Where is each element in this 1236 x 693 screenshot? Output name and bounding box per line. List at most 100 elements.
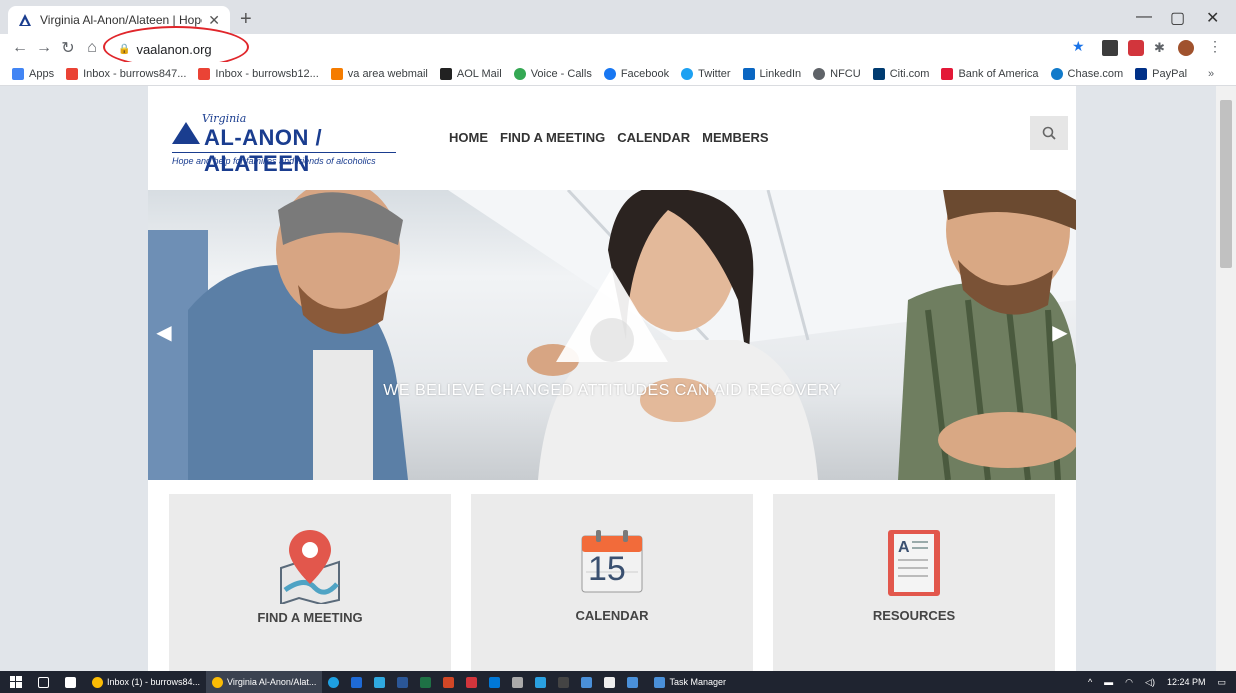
- taskbar-task-manager[interactable]: Task Manager: [648, 671, 732, 693]
- edge-icon[interactable]: [351, 676, 363, 688]
- forward-arrow-icon[interactable]: →: [32, 39, 56, 57]
- bookmark-apps[interactable]: Apps: [12, 67, 54, 80]
- store-button[interactable]: [59, 671, 86, 693]
- app-icon[interactable]: [558, 676, 570, 688]
- bookmark-webmail[interactable]: va area webmail: [330, 67, 428, 80]
- svg-text:A: A: [898, 539, 910, 556]
- chase-icon: [1050, 67, 1063, 80]
- scrollbar-thumb[interactable]: [1220, 100, 1232, 268]
- volume-icon[interactable]: ◁): [1145, 677, 1155, 688]
- bookmark-bofa[interactable]: Bank of America: [941, 67, 1039, 80]
- logo-triangle-icon: [172, 122, 200, 144]
- search-icon: [1042, 126, 1056, 140]
- site-search-button[interactable]: [1030, 116, 1068, 150]
- twitter-icon: [681, 67, 694, 80]
- extensions-puzzle-icon[interactable]: ✱: [1154, 40, 1170, 56]
- app-icon[interactable]: [581, 676, 593, 688]
- reload-icon[interactable]: ↻: [56, 38, 80, 58]
- hero-caption: WE BELIEVE CHANGED ATTITUDES CAN AID REC…: [383, 382, 841, 399]
- system-tray: ^ ▬ ◠ ◁) 12:24 PM ▭: [1088, 671, 1226, 693]
- slider-prev-arrow-icon[interactable]: ◀: [150, 318, 178, 346]
- citi-icon: [872, 67, 885, 80]
- taskbar-chrome-inbox[interactable]: Inbox (1) - burrows84...: [86, 671, 206, 693]
- taskbar-pinned-apps: [322, 671, 648, 693]
- back-arrow-icon[interactable]: ←: [8, 39, 32, 57]
- app-icon[interactable]: [535, 676, 547, 688]
- tab-title: Virginia Al-Anon/Alateen | Hope: [40, 13, 203, 27]
- bookmark-linkedin[interactable]: LinkedIn: [742, 67, 801, 80]
- app-icon[interactable]: [374, 676, 386, 688]
- bank-of-america-icon: [941, 67, 954, 80]
- bookmark-chase[interactable]: Chase.com: [1050, 67, 1123, 80]
- minimize-button[interactable]: —: [1136, 8, 1152, 26]
- page-viewport: Virginia AL-ANON / ALATEEN Hope and help…: [0, 86, 1236, 671]
- nav-members[interactable]: MEMBERS: [702, 130, 768, 145]
- extension-icon-1[interactable]: [1102, 40, 1118, 56]
- bookmark-nfcu[interactable]: NFCU: [813, 67, 861, 80]
- google-voice-icon: [513, 67, 526, 80]
- hero-slider: WE BELIEVE CHANGED ATTITUDES CAN AID REC…: [148, 190, 1076, 480]
- page-scrollbar[interactable]: [1216, 86, 1236, 671]
- task-view-button[interactable]: [32, 671, 59, 693]
- menu-dots-icon[interactable]: ⋮: [1208, 38, 1224, 54]
- logo-tagline: Hope and help for families and friends o…: [172, 156, 376, 166]
- home-icon[interactable]: ⌂: [80, 39, 104, 57]
- chrome-icon: [212, 676, 224, 688]
- bookmark-facebook[interactable]: Facebook: [603, 67, 669, 80]
- card-resources[interactable]: A RESOURCES: [773, 494, 1055, 671]
- tray-expand-icon[interactable]: ^: [1088, 677, 1092, 687]
- bookmark-aol[interactable]: AOL Mail: [439, 67, 502, 80]
- bookmark-star-icon[interactable]: ★: [1072, 38, 1088, 54]
- bookmarks-overflow-icon[interactable]: »: [1208, 68, 1214, 80]
- bookmark-citi[interactable]: Citi.com: [872, 67, 929, 80]
- new-tab-button[interactable]: +: [240, 8, 252, 31]
- battery-icon[interactable]: ▬: [1104, 677, 1113, 687]
- logo-virginia: Virginia: [202, 112, 247, 125]
- logo-rule: [172, 152, 396, 153]
- task-view-icon: [38, 676, 49, 688]
- nav-calendar[interactable]: CALENDAR: [617, 130, 690, 145]
- excel-icon[interactable]: [420, 676, 432, 688]
- bookmark-gmail-1[interactable]: Inbox - burrows847...: [66, 67, 186, 80]
- address-bar[interactable]: 🔒 vaalanon.org: [118, 38, 1078, 60]
- bookmark-twitter[interactable]: Twitter: [681, 67, 731, 80]
- app-icon[interactable]: [328, 676, 340, 688]
- bookmarks-bar: Apps Inbox - burrows847... Inbox - burro…: [0, 62, 1236, 86]
- bookmark-voice[interactable]: Voice - Calls: [513, 67, 592, 80]
- card-label: RESOURCES: [872, 608, 956, 623]
- book-icon: A: [888, 530, 940, 596]
- slider-next-arrow-icon[interactable]: ▶: [1046, 318, 1074, 346]
- word-icon[interactable]: [397, 676, 409, 688]
- clock[interactable]: 12:24 PM: [1167, 677, 1206, 687]
- nav-home[interactable]: HOME: [449, 130, 488, 145]
- app-icon[interactable]: [604, 676, 616, 688]
- maximize-button[interactable]: ▢: [1170, 8, 1185, 28]
- apps-grid-icon: [12, 67, 24, 80]
- card-calendar[interactable]: 15 CALENDAR: [471, 494, 753, 671]
- chrome-icon: [92, 676, 103, 688]
- extension-icon-2[interactable]: [1128, 40, 1144, 56]
- wifi-icon[interactable]: ◠: [1125, 677, 1133, 688]
- close-window-button[interactable]: ✕: [1206, 8, 1219, 28]
- notifications-icon[interactable]: ▭: [1217, 677, 1226, 688]
- app-icon[interactable]: [489, 676, 501, 688]
- taskbar-chrome-site[interactable]: Virginia Al-Anon/Alat...: [206, 671, 323, 693]
- site-favicon-icon: [19, 14, 31, 26]
- paypal-icon: [1135, 67, 1148, 80]
- calendar-day: 15: [588, 550, 626, 588]
- facebook-icon: [603, 67, 616, 80]
- app-icon[interactable]: [466, 676, 478, 688]
- app-icon[interactable]: [512, 676, 524, 688]
- card-find-a-meeting[interactable]: FIND A MEETING: [169, 494, 451, 671]
- app-icon[interactable]: [627, 676, 639, 688]
- bookmark-paypal[interactable]: PayPal: [1135, 67, 1187, 80]
- site-logo[interactable]: Virginia AL-ANON / ALATEEN Hope and help…: [172, 112, 412, 176]
- start-button[interactable]: [0, 671, 32, 693]
- aol-icon: [439, 67, 452, 80]
- gmail-icon: [66, 67, 79, 80]
- nav-find-a-meeting[interactable]: FIND A MEETING: [500, 130, 605, 145]
- bookmark-gmail-2[interactable]: Inbox - burrowsb12...: [198, 67, 319, 80]
- tab-close-icon[interactable]: ✕: [208, 12, 220, 29]
- profile-avatar[interactable]: [1178, 40, 1194, 56]
- powerpoint-icon[interactable]: [443, 676, 455, 688]
